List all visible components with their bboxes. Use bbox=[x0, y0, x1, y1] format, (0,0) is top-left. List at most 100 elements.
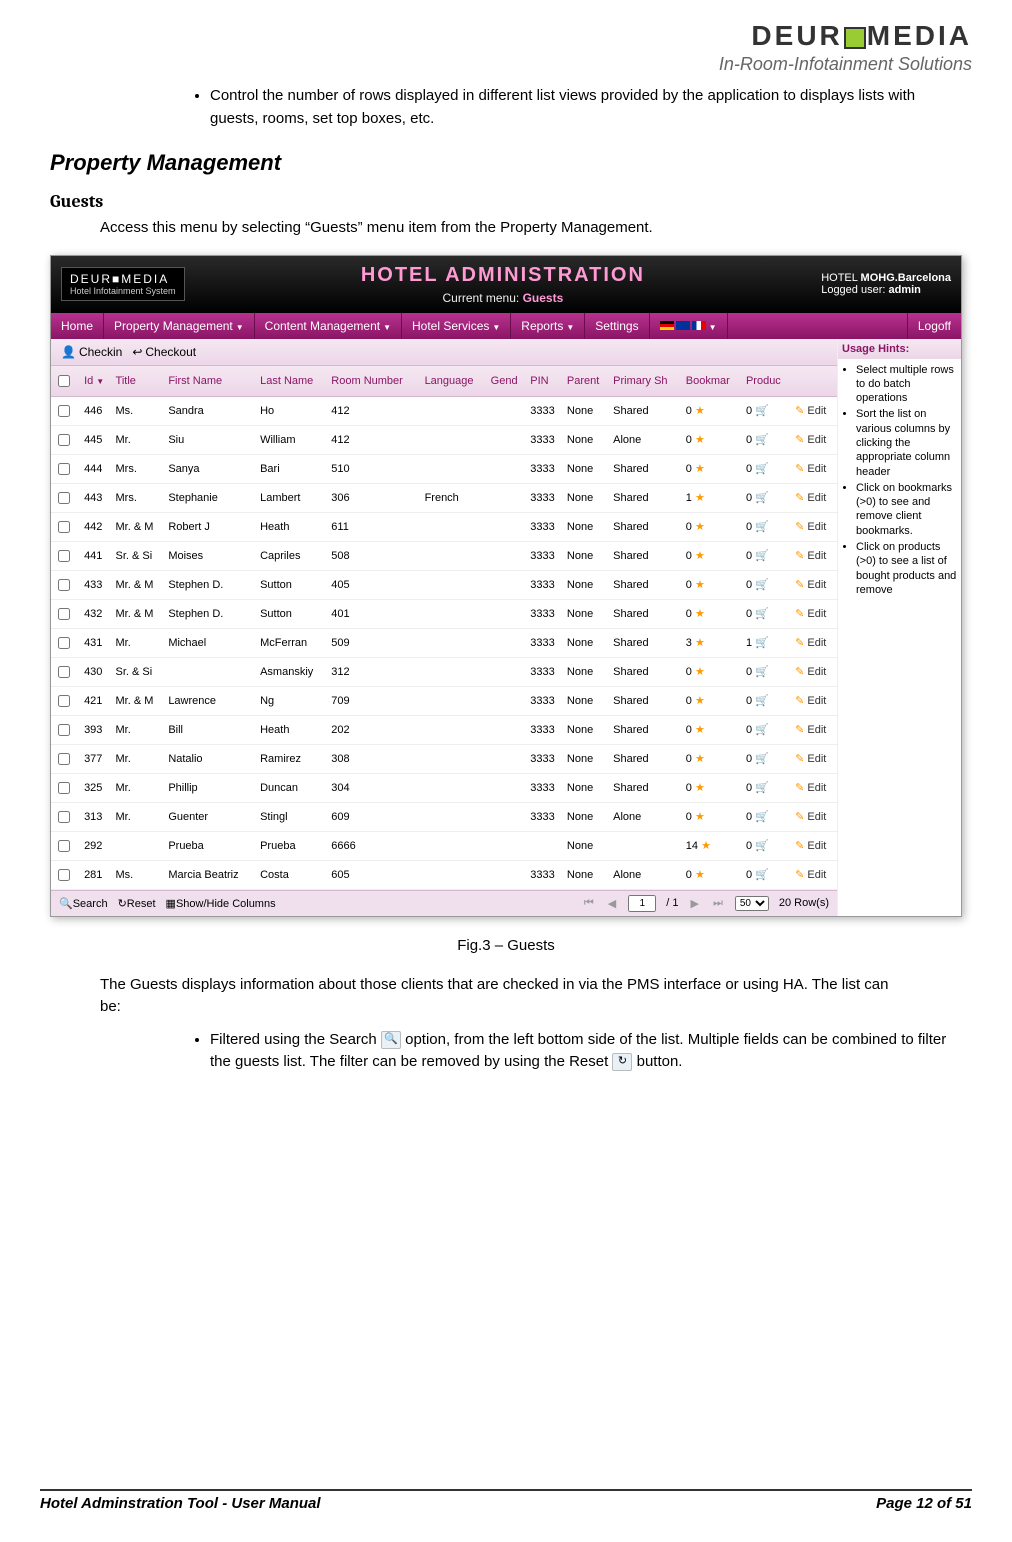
col-header[interactable]: Produc bbox=[743, 366, 792, 397]
menu-flags[interactable]: ▼ bbox=[650, 313, 728, 339]
table-row[interactable]: 443Mrs.StephanieLambert306French3333None… bbox=[51, 483, 837, 512]
edit-button[interactable]: ✎ Edit bbox=[792, 425, 837, 454]
col-header[interactable]: Id ▼ bbox=[81, 366, 112, 397]
table-row[interactable]: 377Mr.NatalioRamirez3083333NoneShared0 ★… bbox=[51, 744, 837, 773]
search-button[interactable]: 🔍Search bbox=[59, 897, 108, 910]
table-row[interactable]: 441Sr. & SiMoisesCapriles5083333NoneShar… bbox=[51, 541, 837, 570]
col-header[interactable]: PIN bbox=[527, 366, 564, 397]
products-cell[interactable]: 0 🛒 bbox=[743, 541, 792, 570]
table-row[interactable]: 433Mr. & MStephen D.Sutton4053333NoneSha… bbox=[51, 570, 837, 599]
bookmarks-cell[interactable]: 0 ★ bbox=[683, 396, 743, 425]
showhide-button[interactable]: ▦Show/Hide Columns bbox=[166, 897, 276, 910]
col-header[interactable]: Gend bbox=[488, 366, 528, 397]
row-checkbox[interactable] bbox=[58, 434, 70, 446]
bookmarks-cell[interactable]: 0 ★ bbox=[683, 512, 743, 541]
products-cell[interactable]: 0 🛒 bbox=[743, 715, 792, 744]
row-checkbox[interactable] bbox=[58, 869, 70, 881]
row-checkbox[interactable] bbox=[58, 608, 70, 620]
table-row[interactable]: 432Mr. & MStephen D.Sutton4013333NoneSha… bbox=[51, 599, 837, 628]
products-cell[interactable]: 0 🛒 bbox=[743, 599, 792, 628]
col-header[interactable]: Primary Sh bbox=[610, 366, 683, 397]
edit-button[interactable]: ✎ Edit bbox=[792, 860, 837, 889]
row-checkbox[interactable] bbox=[58, 550, 70, 562]
table-row[interactable]: 313Mr.GuenterStingl6093333NoneAlone0 ★0 … bbox=[51, 802, 837, 831]
table-row[interactable]: 421Mr. & MLawrenceNg7093333NoneShared0 ★… bbox=[51, 686, 837, 715]
bookmarks-cell[interactable]: 0 ★ bbox=[683, 425, 743, 454]
bookmarks-cell[interactable]: 0 ★ bbox=[683, 744, 743, 773]
menu-property-management[interactable]: Property Management▼ bbox=[104, 313, 255, 339]
row-checkbox[interactable] bbox=[58, 724, 70, 736]
row-checkbox[interactable] bbox=[58, 463, 70, 475]
menu-logoff[interactable]: Logoff bbox=[907, 313, 961, 339]
table-row[interactable]: 444Mrs.SanyaBari5103333NoneShared0 ★0 🛒✎… bbox=[51, 454, 837, 483]
col-header[interactable]: Title bbox=[113, 366, 166, 397]
edit-button[interactable]: ✎ Edit bbox=[792, 773, 837, 802]
next-page-button[interactable]: ▶ bbox=[689, 897, 701, 910]
row-checkbox[interactable] bbox=[58, 782, 70, 794]
first-page-button[interactable]: ⏮ bbox=[582, 897, 596, 910]
bookmarks-cell[interactable]: 0 ★ bbox=[683, 686, 743, 715]
products-cell[interactable]: 0 🛒 bbox=[743, 802, 792, 831]
bookmarks-cell[interactable]: 1 ★ bbox=[683, 483, 743, 512]
table-row[interactable]: 325Mr.PhillipDuncan3043333NoneShared0 ★0… bbox=[51, 773, 837, 802]
products-cell[interactable]: 0 🛒 bbox=[743, 512, 792, 541]
table-row[interactable]: 442Mr. & MRobert JHeath6113333NoneShared… bbox=[51, 512, 837, 541]
products-cell[interactable]: 0 🛒 bbox=[743, 860, 792, 889]
edit-button[interactable]: ✎ Edit bbox=[792, 686, 837, 715]
reset-button[interactable]: ↻Reset bbox=[118, 897, 156, 910]
checkin-button[interactable]: 👤Checkin bbox=[61, 345, 122, 359]
edit-button[interactable]: ✎ Edit bbox=[792, 483, 837, 512]
col-header[interactable]: Language bbox=[422, 366, 488, 397]
bookmarks-cell[interactable]: 3 ★ bbox=[683, 628, 743, 657]
bookmarks-cell[interactable]: 0 ★ bbox=[683, 657, 743, 686]
row-checkbox[interactable] bbox=[58, 840, 70, 852]
products-cell[interactable]: 0 🛒 bbox=[743, 483, 792, 512]
table-row[interactable]: 430Sr. & SiAsmanskiy3123333NoneShared0 ★… bbox=[51, 657, 837, 686]
checkout-button[interactable]: ↩Checkout bbox=[132, 345, 196, 359]
bookmarks-cell[interactable]: 0 ★ bbox=[683, 570, 743, 599]
col-header[interactable]: Room Number bbox=[328, 366, 421, 397]
col-header[interactable]: Parent bbox=[564, 366, 610, 397]
products-cell[interactable]: 0 🛒 bbox=[743, 396, 792, 425]
last-page-button[interactable]: ⏭ bbox=[711, 897, 725, 910]
col-header[interactable]: Last Name bbox=[257, 366, 328, 397]
table-row[interactable]: 292PruebaPrueba6666None14 ★0 🛒✎ Edit bbox=[51, 831, 837, 860]
row-checkbox[interactable] bbox=[58, 666, 70, 678]
edit-button[interactable]: ✎ Edit bbox=[792, 657, 837, 686]
col-header[interactable]: First Name bbox=[165, 366, 257, 397]
bookmarks-cell[interactable]: 14 ★ bbox=[683, 831, 743, 860]
bookmarks-cell[interactable]: 0 ★ bbox=[683, 802, 743, 831]
products-cell[interactable]: 0 🛒 bbox=[743, 657, 792, 686]
row-checkbox[interactable] bbox=[58, 695, 70, 707]
bookmarks-cell[interactable]: 0 ★ bbox=[683, 860, 743, 889]
menu-home[interactable]: Home bbox=[51, 313, 104, 339]
col-header[interactable] bbox=[792, 366, 837, 397]
bookmarks-cell[interactable]: 0 ★ bbox=[683, 541, 743, 570]
col-header[interactable]: Bookmar bbox=[683, 366, 743, 397]
row-checkbox[interactable] bbox=[58, 753, 70, 765]
table-row[interactable]: 281Ms.Marcia BeatrizCosta6053333NoneAlon… bbox=[51, 860, 837, 889]
page-input[interactable] bbox=[628, 895, 656, 912]
prev-page-button[interactable]: ◀ bbox=[606, 897, 618, 910]
menu-content-management[interactable]: Content Management▼ bbox=[255, 313, 402, 339]
bookmarks-cell[interactable]: 0 ★ bbox=[683, 599, 743, 628]
edit-button[interactable]: ✎ Edit bbox=[792, 512, 837, 541]
products-cell[interactable]: 1 🛒 bbox=[743, 628, 792, 657]
products-cell[interactable]: 0 🛒 bbox=[743, 454, 792, 483]
edit-button[interactable]: ✎ Edit bbox=[792, 570, 837, 599]
row-checkbox[interactable] bbox=[58, 579, 70, 591]
products-cell[interactable]: 0 🛒 bbox=[743, 425, 792, 454]
edit-button[interactable]: ✎ Edit bbox=[792, 831, 837, 860]
edit-button[interactable]: ✎ Edit bbox=[792, 802, 837, 831]
edit-button[interactable]: ✎ Edit bbox=[792, 396, 837, 425]
edit-button[interactable]: ✎ Edit bbox=[792, 715, 837, 744]
pagesize-select[interactable]: 50 bbox=[735, 896, 769, 911]
menu-settings[interactable]: Settings bbox=[585, 313, 649, 339]
table-row[interactable]: 445Mr.SiuWilliam4123333NoneAlone0 ★0 🛒✎ … bbox=[51, 425, 837, 454]
col-header[interactable] bbox=[51, 366, 81, 397]
row-checkbox[interactable] bbox=[58, 492, 70, 504]
products-cell[interactable]: 0 🛒 bbox=[743, 831, 792, 860]
bookmarks-cell[interactable]: 0 ★ bbox=[683, 715, 743, 744]
table-row[interactable]: 393Mr.BillHeath2023333NoneShared0 ★0 🛒✎ … bbox=[51, 715, 837, 744]
bookmarks-cell[interactable]: 0 ★ bbox=[683, 454, 743, 483]
